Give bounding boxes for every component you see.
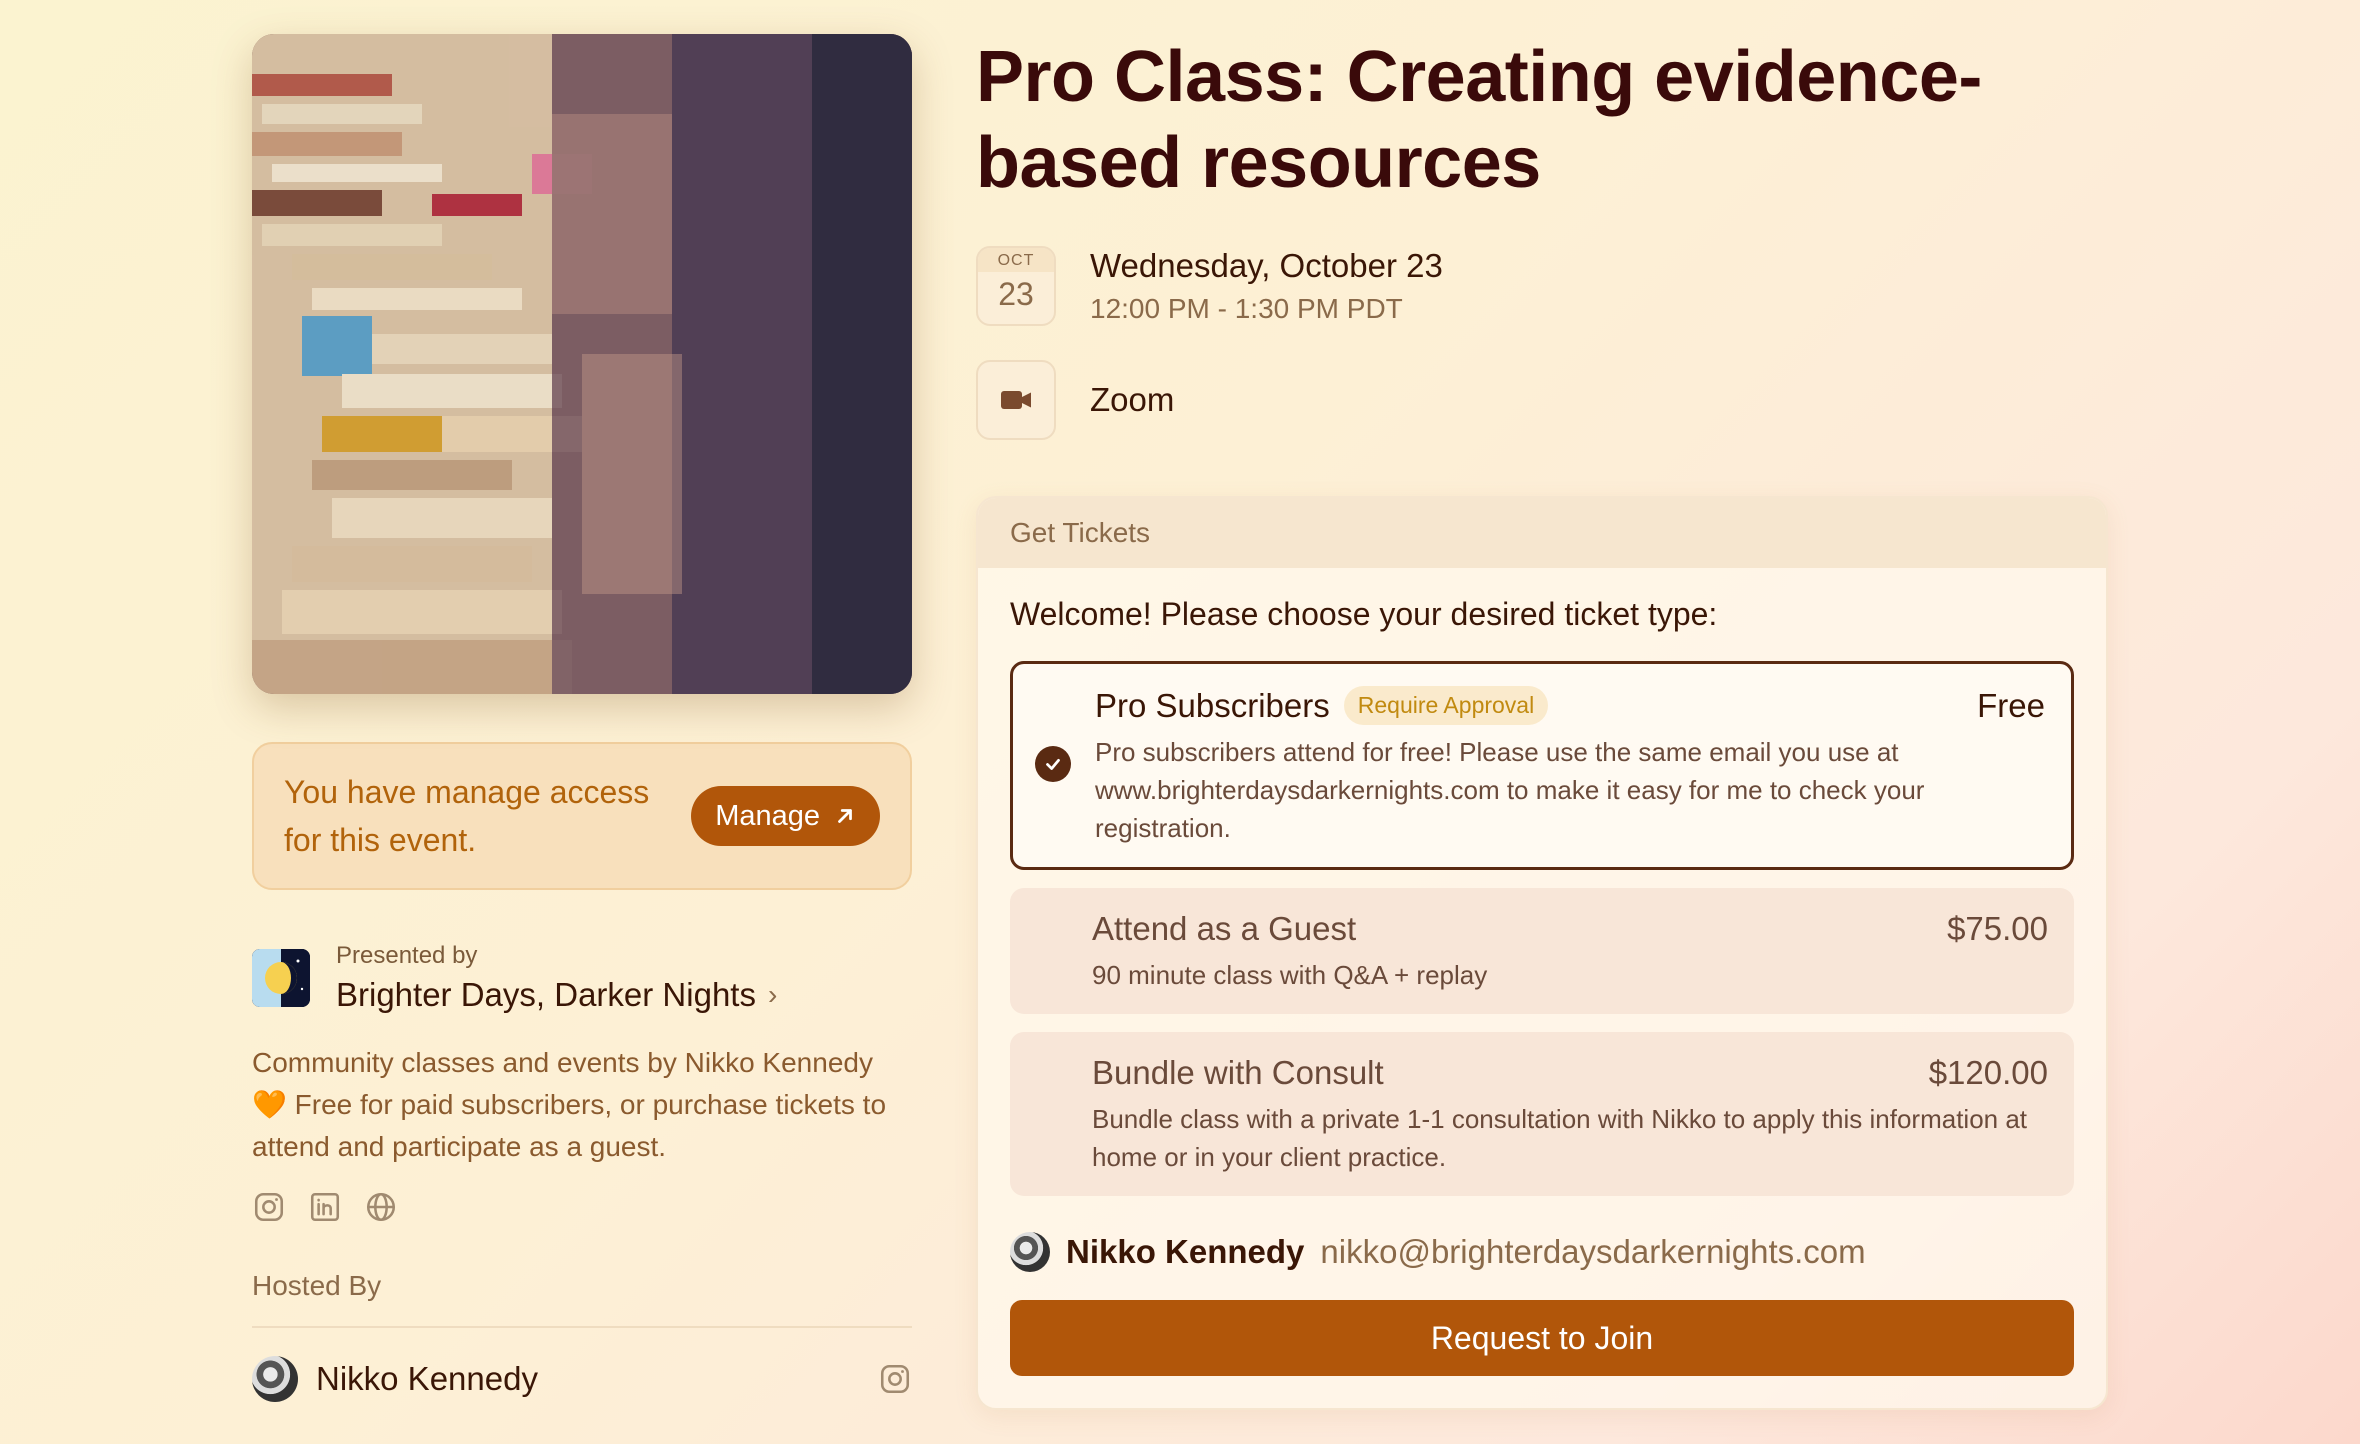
ticket-name: Pro Subscribers <box>1095 686 1330 724</box>
date-row: OCT 23 Wednesday, October 23 12:00 PM - … <box>976 246 2108 326</box>
presenter-description: Community classes and events by Nikko Ke… <box>252 1042 912 1168</box>
ticket-description: 90 minute class with Q&A + replay <box>1092 960 1488 990</box>
user-email: nikko@brighterdaysdarkernights.com <box>1320 1233 1866 1270</box>
manage-access-text: You have manage access for this event. <box>284 774 650 858</box>
presenter-name-link[interactable]: Brighter Days, Darker Nights › <box>336 976 777 1014</box>
heart-icon: 🧡 <box>252 1089 287 1120</box>
require-approval-badge: Require Approval <box>1343 686 1549 725</box>
calendar-day: 23 <box>998 276 1034 312</box>
host-row: Nikko Kennedy <box>252 1356 912 1402</box>
description-part-1: Community classes and events by Nikko Ke… <box>252 1047 873 1078</box>
ticket-option-bundle[interactable]: Bundle with Consult $120.00 Bundle class… <box>1010 1032 2074 1196</box>
calendar-month: OCT <box>978 248 1054 272</box>
host-info[interactable]: Nikko Kennedy <box>252 1356 538 1402</box>
presenter-row[interactable]: Presented by Brighter Days, Darker Night… <box>252 942 912 1014</box>
instagram-icon[interactable] <box>252 1190 286 1224</box>
ticket-description: Bundle class with a private 1-1 consulta… <box>1092 1104 2028 1172</box>
manage-button-label: Manage <box>715 799 820 832</box>
hosted-by-label: Hosted By <box>252 1270 912 1328</box>
ticket-option-pro-subscribers[interactable]: Pro Subscribers Require Approval Free Pr… <box>1010 661 2074 870</box>
presented-by-label: Presented by <box>336 942 478 969</box>
arrow-up-right-icon <box>838 809 852 823</box>
ticket-price: $75.00 <box>1947 910 2048 947</box>
calendar-icon: OCT 23 <box>976 246 1056 326</box>
calendar-logo <box>252 949 310 1007</box>
ticket-option-guest[interactable]: Attend as a Guest $75.00 90 minute class… <box>1010 888 2074 1014</box>
ticket-name: Bundle with Consult <box>1092 1054 1384 1091</box>
description-part-2: Free for paid subscribers, or purchase t… <box>252 1089 887 1162</box>
globe-icon[interactable] <box>364 1190 398 1224</box>
ticket-price: Free <box>1977 686 2045 724</box>
ticket-price: $120.00 <box>1928 1054 2048 1091</box>
check-icon <box>1035 746 1071 782</box>
social-links <box>252 1190 912 1224</box>
presenter-name: Brighter Days, Darker Nights <box>336 976 756 1013</box>
host-avatar <box>252 1356 298 1402</box>
right-column: Pro Class: Creating evidence-based resou… <box>976 34 2108 1410</box>
manage-access-banner: You have manage access for this event. M… <box>252 742 912 890</box>
event-location: Zoom <box>1090 381 1175 418</box>
ticket-description: Pro subscribers attend for free! Please … <box>1095 737 1925 843</box>
event-title: Pro Class: Creating evidence-based resou… <box>976 37 1982 203</box>
chevron-right-icon: › <box>767 979 778 1010</box>
ticket-name: Attend as a Guest <box>1092 910 1357 947</box>
instagram-icon[interactable] <box>878 1362 912 1396</box>
tickets-header: Get Tickets <box>978 498 2106 568</box>
user-name: Nikko Kennedy <box>1066 1233 1305 1270</box>
left-column: You have manage access for this event. M… <box>252 34 912 1402</box>
event-date: Wednesday, October 23 <box>1090 247 1443 284</box>
request-to-join-button[interactable]: Request to Join <box>1010 1300 2074 1376</box>
tickets-welcome: Welcome! Please choose your desired tick… <box>1010 596 1718 632</box>
user-avatar <box>1010 1232 1050 1272</box>
current-user-row: Nikko Kennedy nikko@brighterdaysdarkerni… <box>1010 1232 2074 1272</box>
linkedin-icon[interactable] <box>308 1190 342 1224</box>
tickets-card: Get Tickets Welcome! Please choose your … <box>976 496 2108 1410</box>
event-time: 12:00 PM - 1:30 PM PDT <box>1090 293 1403 324</box>
host-name: Nikko Kennedy <box>316 1360 538 1397</box>
tickets-body: Welcome! Please choose your desired tick… <box>978 568 2106 1408</box>
event-cover-image <box>252 34 912 694</box>
video-camera-icon <box>976 360 1056 440</box>
location-row: Zoom <box>976 360 2108 440</box>
manage-button[interactable]: Manage <box>691 786 880 846</box>
